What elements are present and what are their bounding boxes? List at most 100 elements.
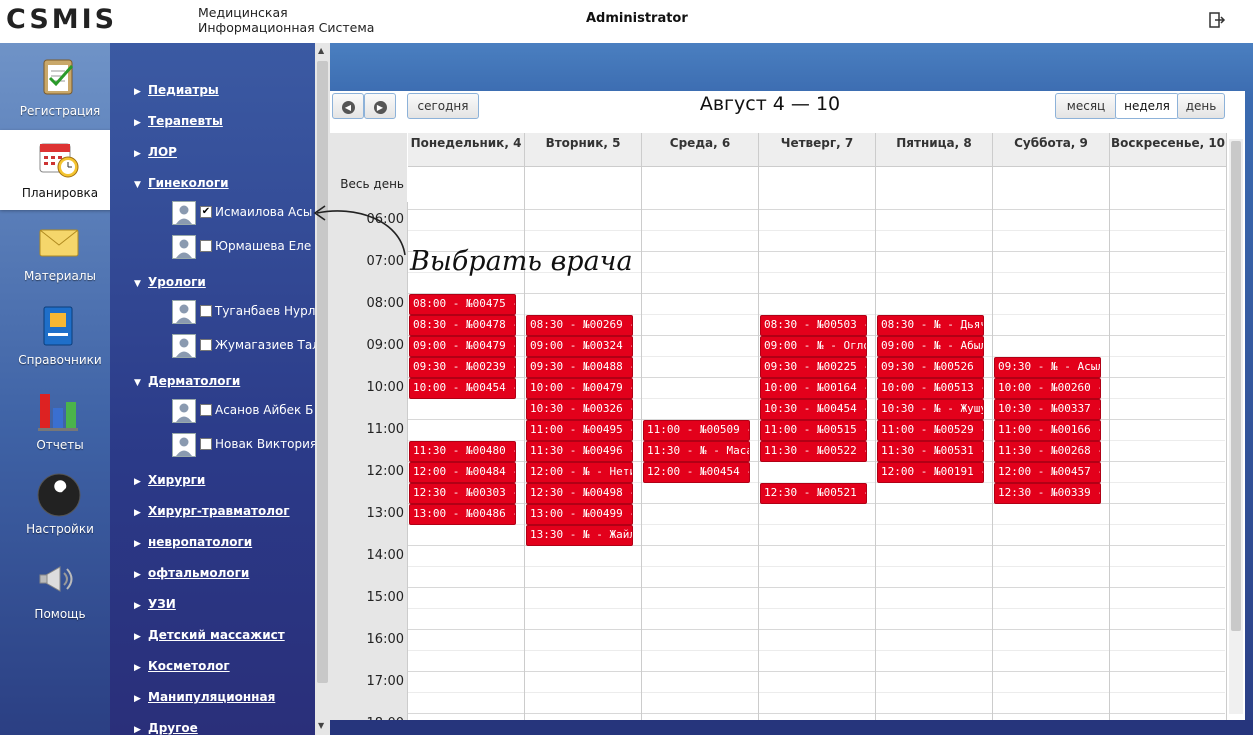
appointment-event[interactable]: 10:00 - №00260 - xyxy=(994,378,1101,399)
allday-cell[interactable] xyxy=(408,166,525,203)
nav-item-1[interactable]: Планировка xyxy=(0,130,126,210)
doctor-checkbox[interactable] xyxy=(200,438,212,450)
appointment-event[interactable]: 13:30 - № - Жайло xyxy=(526,525,633,546)
category-8[interactable]: ▶ невропатологи xyxy=(134,535,252,549)
appointment-event[interactable]: 11:00 - №00515 - xyxy=(760,420,867,441)
doctor-checkbox[interactable]: ✔ xyxy=(200,206,212,218)
appointment-event[interactable]: 09:30 - №00225 - xyxy=(760,357,867,378)
appointment-event[interactable]: 13:00 - №00486 - xyxy=(409,504,516,525)
category-7[interactable]: ▶ Хирург-травматолог xyxy=(134,504,290,518)
appointment-event[interactable]: 12:00 - №00457 - xyxy=(994,462,1101,483)
appointment-event[interactable]: 10:00 - №00479 - xyxy=(526,378,633,399)
appointment-event[interactable]: 09:00 - № - Абыл xyxy=(877,336,984,357)
doctor-checkbox[interactable] xyxy=(200,240,212,252)
category-12[interactable]: ▶ Косметолог xyxy=(134,659,230,673)
allday-cell[interactable] xyxy=(993,166,1110,203)
appointment-event[interactable]: 10:00 - №00454 - xyxy=(409,378,516,399)
appointment-event[interactable]: 09:00 - № - Оглоб xyxy=(760,336,867,357)
appointment-event[interactable]: 11:30 - № - Масал xyxy=(643,441,750,462)
doctor-item[interactable]: Асанов Айбек Б xyxy=(172,399,315,423)
view-button-0[interactable]: месяц xyxy=(1055,93,1117,119)
calendar-scroll-thumb[interactable] xyxy=(1231,141,1241,631)
appointment-event[interactable]: 11:00 - №00509 - xyxy=(643,420,750,441)
calendar-scrollbar[interactable] xyxy=(1229,139,1243,714)
appointment-event[interactable]: 09:30 - №00488 - xyxy=(526,357,633,378)
appointment-event[interactable]: 12:00 - №00454 - xyxy=(643,462,750,483)
appointment-event[interactable]: 11:30 - №00480 - xyxy=(409,441,516,462)
doctor-item[interactable]: Жумагазиев Тал xyxy=(172,334,315,358)
doctor-checkbox[interactable] xyxy=(200,404,212,416)
category-4[interactable]: ▼ Урологи xyxy=(134,275,206,289)
sidebar-scrollbar[interactable]: ▲ ▼ xyxy=(315,43,330,735)
doctor-item[interactable]: ✔ Исмаилова Асы xyxy=(172,201,315,225)
doctor-item[interactable]: Юрмашева Еле xyxy=(172,235,315,259)
appointment-event[interactable]: 10:30 - №00337 - xyxy=(994,399,1101,420)
category-5[interactable]: ▼ Дерматологи xyxy=(134,374,240,388)
appointment-event[interactable]: 12:30 - №00339 - xyxy=(994,483,1101,504)
category-0[interactable]: ▶ Педиатры xyxy=(134,83,219,97)
category-11[interactable]: ▶ Детский массажист xyxy=(134,628,285,642)
scroll-down-icon[interactable]: ▼ xyxy=(318,721,324,730)
today-button[interactable]: сегодня xyxy=(407,93,479,119)
allday-cell[interactable] xyxy=(876,166,993,203)
appointment-event[interactable]: 12:00 - №00191 - xyxy=(877,462,984,483)
appointment-event[interactable]: 08:30 - №00503 - xyxy=(760,315,867,336)
logout-icon[interactable] xyxy=(1208,11,1228,31)
allday-cell[interactable] xyxy=(759,166,876,203)
scroll-thumb[interactable] xyxy=(317,61,328,683)
appointment-event[interactable]: 09:30 - №00526 xyxy=(877,357,984,378)
appointment-event[interactable]: 11:30 - №00531 - xyxy=(877,441,984,462)
category-9[interactable]: ▶ офтальмологи xyxy=(134,566,249,580)
doctor-item[interactable]: Новак Виктория xyxy=(172,433,315,457)
appointment-event[interactable]: 08:30 - № - Дьячк xyxy=(877,315,984,336)
appointment-event[interactable]: 08:00 - №00475 - xyxy=(409,294,516,315)
nav-item-6[interactable]: Помощь xyxy=(0,551,110,631)
nav-item-0[interactable]: Регистрация xyxy=(0,48,110,128)
appointment-event[interactable]: 10:30 - №00326 - xyxy=(526,399,633,420)
appointment-event[interactable]: 13:00 - №00499 - xyxy=(526,504,633,525)
allday-cell[interactable] xyxy=(1110,166,1227,203)
appointment-event[interactable]: 09:00 - №00324 - xyxy=(526,336,633,357)
nav-item-2[interactable]: Материалы xyxy=(0,213,110,293)
category-14[interactable]: ▶ Другое xyxy=(134,721,198,735)
doctor-checkbox[interactable] xyxy=(200,305,212,317)
view-button-2[interactable]: день xyxy=(1177,93,1225,119)
nav-item-3[interactable]: Справочники xyxy=(0,297,110,377)
prev-button[interactable]: ◀ xyxy=(332,93,364,119)
nav-item-4[interactable]: Отчеты xyxy=(0,382,110,462)
scroll-up-icon[interactable]: ▲ xyxy=(318,46,324,55)
appointment-event[interactable]: 11:30 - №00268 - xyxy=(994,441,1101,462)
allday-cell[interactable] xyxy=(642,166,759,203)
allday-cell[interactable] xyxy=(525,166,642,203)
appointment-event[interactable]: 10:30 - №00454 - xyxy=(760,399,867,420)
category-2[interactable]: ▶ ЛОР xyxy=(134,145,177,159)
appointment-event[interactable]: 09:30 - №00239 - xyxy=(409,357,516,378)
appointment-event[interactable]: 09:00 - №00479 - xyxy=(409,336,516,357)
next-button[interactable]: ▶ xyxy=(364,93,396,119)
appointment-event[interactable]: 11:00 - №00495 - xyxy=(526,420,633,441)
category-6[interactable]: ▶ Хирурги xyxy=(134,473,205,487)
doctor-checkbox[interactable] xyxy=(200,339,212,351)
appointment-event[interactable]: 12:00 - №00484 - xyxy=(409,462,516,483)
appointment-event[interactable]: 12:00 - № - Нетиг xyxy=(526,462,633,483)
view-button-1[interactable]: неделя xyxy=(1115,93,1179,119)
doctor-item[interactable]: Туганбаев Нурл xyxy=(172,300,315,324)
appointment-event[interactable]: 10:30 - № - Жушу xyxy=(877,399,984,420)
appointment-event[interactable]: 08:30 - №00269 - xyxy=(526,315,633,336)
nav-item-5[interactable]: Настройки xyxy=(0,466,110,546)
appointment-event[interactable]: 11:00 - №00166 - xyxy=(994,420,1101,441)
appointment-event[interactable]: 08:30 - №00478 - xyxy=(409,315,516,336)
appointment-event[interactable]: 12:30 - №00303 - xyxy=(409,483,516,504)
appointment-event[interactable]: 09:30 - № - Асылб xyxy=(994,357,1101,378)
appointment-event[interactable]: 12:30 - №00498 - xyxy=(526,483,633,504)
appointment-event[interactable]: 12:30 - №00521 - xyxy=(760,483,867,504)
appointment-event[interactable]: 10:00 - №00164 - xyxy=(760,378,867,399)
category-1[interactable]: ▶ Терапевты xyxy=(134,114,223,128)
appointment-event[interactable]: 11:00 - №00529 - xyxy=(877,420,984,441)
category-13[interactable]: ▶ Манипуляционная xyxy=(134,690,275,704)
category-3[interactable]: ▼ Гинекологи xyxy=(134,176,229,190)
appointment-event[interactable]: 11:30 - №00496 - xyxy=(526,441,633,462)
appointment-event[interactable]: 10:00 - №00513 - xyxy=(877,378,984,399)
appointment-event[interactable]: 11:30 - №00522 - xyxy=(760,441,867,462)
category-10[interactable]: ▶ УЗИ xyxy=(134,597,176,611)
